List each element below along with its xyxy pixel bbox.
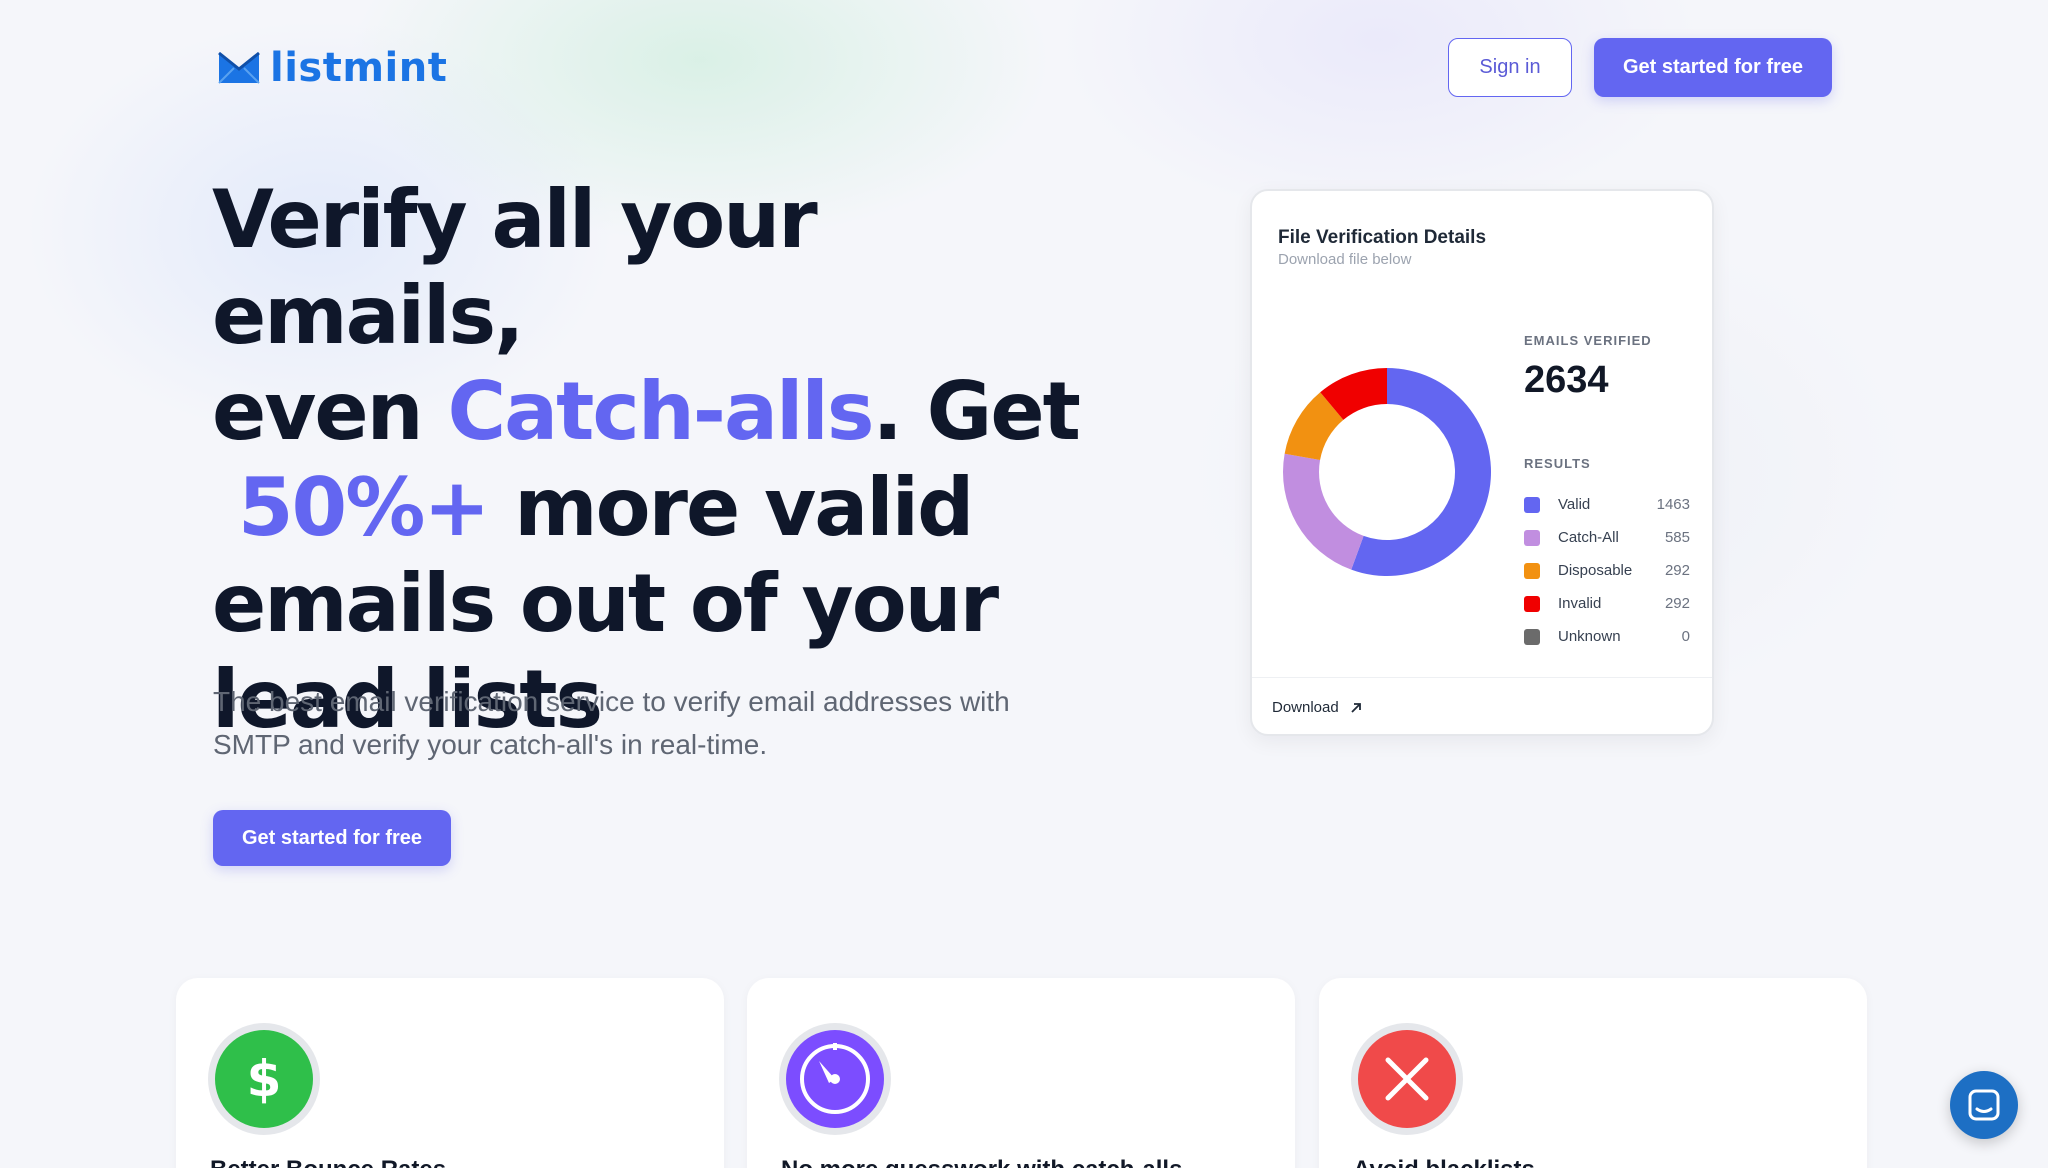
legend-label: Unknown bbox=[1558, 628, 1621, 645]
feature-title: No more guesswork with catch-alls bbox=[781, 1156, 1182, 1168]
card-subtitle: Download file below bbox=[1278, 251, 1412, 268]
card-title: File Verification Details bbox=[1278, 227, 1487, 248]
legend-count: 292 bbox=[1664, 562, 1690, 579]
hero-subtitle: The best email verification service to v… bbox=[213, 686, 1010, 760]
feature-title: Avoid blacklists bbox=[1353, 1156, 1535, 1168]
download-link[interactable]: Download bbox=[1272, 699, 1363, 716]
headline-accent-catch-alls: Catch-alls bbox=[447, 365, 874, 458]
legend-swatch bbox=[1524, 595, 1540, 612]
results-legend: Valid 1463 Catch-All 585 Disposable 292 Invali… bbox=[1524, 488, 1690, 653]
close-icon bbox=[1358, 1030, 1456, 1128]
arrow-up-right-icon bbox=[1351, 702, 1361, 713]
svg-text:$: $ bbox=[247, 1050, 282, 1108]
timer-icon bbox=[786, 1030, 884, 1128]
logo[interactable]: listmint bbox=[218, 44, 447, 92]
headline-line-2-start: even bbox=[212, 365, 448, 458]
get-started-button-header[interactable]: Get started for free bbox=[1594, 38, 1832, 97]
card-divider bbox=[1252, 677, 1712, 678]
chat-launcher-button[interactable] bbox=[1950, 1071, 2018, 1139]
feature-title: Better Bounce Rates bbox=[210, 1156, 446, 1168]
headline-line-1: Verify all your emails, bbox=[212, 173, 818, 362]
legend-swatch bbox=[1524, 562, 1540, 579]
brand-name: listmint bbox=[270, 45, 448, 91]
sign-in-button[interactable]: Sign in bbox=[1448, 38, 1572, 97]
feature-icon-ring bbox=[779, 1023, 891, 1135]
legend-count: 1463 bbox=[1656, 496, 1690, 513]
headline-accent-percent: 50%+ bbox=[237, 461, 491, 554]
chat-icon bbox=[1968, 1089, 2000, 1121]
results-donut-chart bbox=[1283, 368, 1491, 576]
feature-card-bounce: $ Better Bounce Rates bbox=[176, 978, 724, 1168]
feature-icon-ring bbox=[1351, 1023, 1463, 1135]
hero-headline: Verify all your emails, even Catch-alls.… bbox=[212, 172, 1092, 748]
feature-card-blacklists: Avoid blacklists bbox=[1319, 978, 1867, 1168]
legend-label: Invalid bbox=[1558, 595, 1602, 612]
legend-swatch bbox=[1524, 628, 1540, 645]
legend-count: 0 bbox=[1681, 628, 1690, 645]
get-started-button-hero[interactable]: Get started for free bbox=[213, 810, 451, 866]
feature-card-catch-alls: No more guesswork with catch-alls bbox=[747, 978, 1295, 1168]
legend-item-unknown: Unknown 0 bbox=[1524, 620, 1690, 653]
results-label: RESULTS bbox=[1524, 456, 1591, 471]
legend-item-valid: Valid 1463 bbox=[1524, 488, 1690, 521]
legend-item-invalid: Invalid 292 bbox=[1524, 587, 1690, 620]
headline-line-2-end: . Get bbox=[872, 365, 1080, 458]
file-verification-card: File Verification Details Download file … bbox=[1250, 189, 1714, 736]
legend-label: Valid bbox=[1558, 496, 1591, 513]
donut-slice-catch-all bbox=[1283, 453, 1364, 570]
emails-verified-count: 2634 bbox=[1524, 359, 1609, 401]
headline-line-4: emails out of your bbox=[212, 557, 999, 650]
legend-item-disposable: Disposable 292 bbox=[1524, 554, 1690, 587]
legend-label: Catch-All bbox=[1558, 529, 1619, 546]
emails-verified-label: EMAILS VERIFIED bbox=[1524, 333, 1652, 348]
legend-swatch bbox=[1524, 496, 1540, 513]
legend-swatch bbox=[1524, 529, 1540, 546]
legend-label: Disposable bbox=[1558, 562, 1633, 579]
legend-count: 292 bbox=[1664, 595, 1690, 612]
download-label: Download bbox=[1272, 699, 1339, 716]
legend-item-catch-all: Catch-All 585 bbox=[1524, 521, 1690, 554]
envelope-logo-icon bbox=[218, 51, 260, 84]
headline-line-3-end: more valid bbox=[488, 461, 974, 554]
dollar-icon: $ bbox=[215, 1030, 313, 1128]
legend-count: 585 bbox=[1664, 529, 1690, 546]
feature-icon-ring: $ bbox=[208, 1023, 320, 1135]
